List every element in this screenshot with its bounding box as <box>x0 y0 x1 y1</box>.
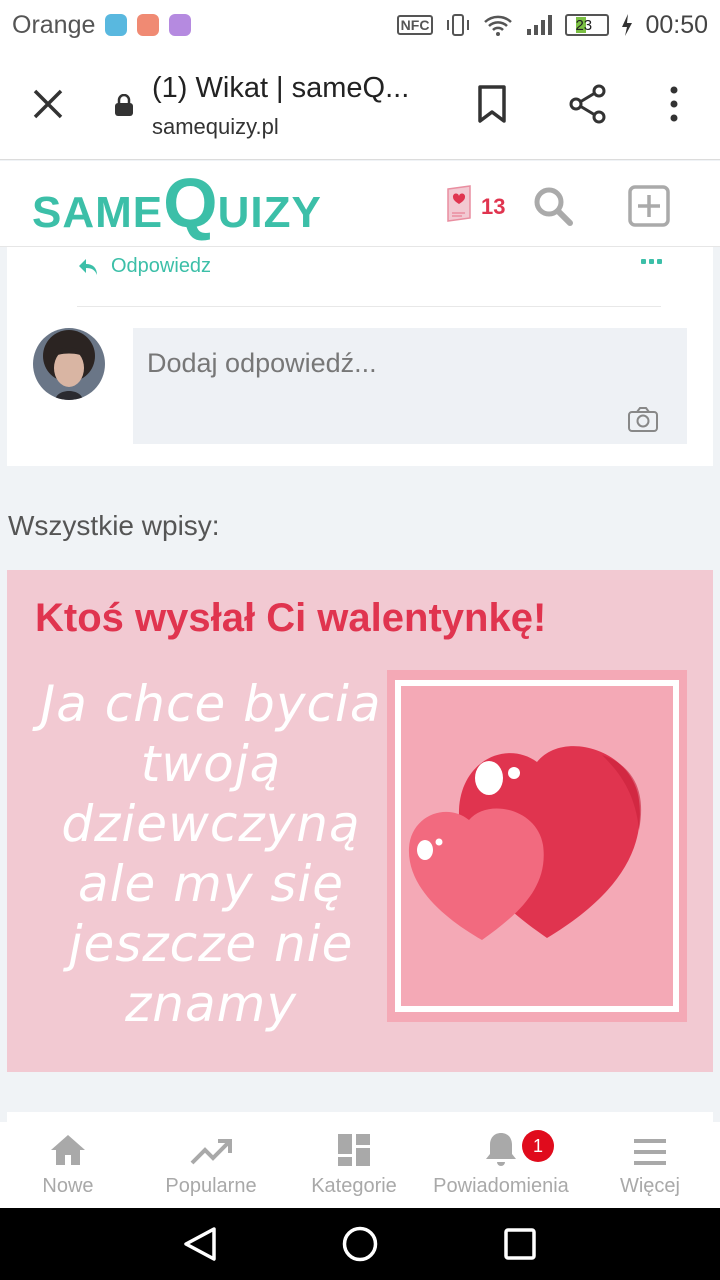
add-quiz-icon[interactable] <box>628 185 670 227</box>
lock-icon <box>115 94 133 116</box>
site-header: SAMEQUIZY 13 <box>0 161 720 247</box>
camera-icon[interactable] <box>627 405 659 433</box>
user-avatar[interactable] <box>33 328 105 400</box>
page-title: (1) Wikat | sameQ... <box>152 72 410 104</box>
more-options-icon[interactable] <box>641 259 662 264</box>
nav-kategorie[interactable]: Kategorie <box>286 1122 422 1208</box>
next-entry-card <box>7 1112 713 1122</box>
divider <box>77 306 661 307</box>
nav-wiecej[interactable]: Więcej <box>580 1122 720 1208</box>
reply-link[interactable]: Odpowiedz <box>77 255 211 278</box>
gallery-app-icon <box>169 14 192 36</box>
bottom-navigation: Nowe Popularne Kategorie Powiadomienia 1… <box>0 1122 720 1208</box>
categories-icon <box>338 1134 370 1166</box>
valentine-count[interactable]: 13 <box>481 194 505 220</box>
clock: 00:50 <box>645 10 708 39</box>
samequizy-logo[interactable]: SAMEQUIZY <box>32 163 322 243</box>
valentine-card-icon[interactable] <box>446 185 474 223</box>
reply-arrow-icon <box>79 258 97 275</box>
overflow-menu-icon[interactable] <box>664 84 684 124</box>
bell-icon <box>486 1133 516 1166</box>
nav-popularne[interactable]: Popularne <box>136 1122 286 1208</box>
nav-nowe[interactable]: Nowe <box>0 1122 136 1208</box>
valentine-banner[interactable]: Ktoś wysłał Ci walentynkę! Ja chce bycia… <box>7 570 713 1072</box>
browser-toolbar: (1) Wikat | sameQ... samequizy.pl <box>0 50 720 160</box>
battery-indicator: 23 <box>565 14 610 36</box>
hearts-icon <box>408 746 642 940</box>
search-icon[interactable] <box>532 185 574 227</box>
reply-input[interactable] <box>133 328 687 444</box>
nfc-icon: NFC <box>396 15 434 35</box>
nav-powiadomienia[interactable]: Powiadomienia 1 <box>422 1122 580 1208</box>
notification-badge: 1 <box>522 1130 554 1162</box>
back-icon[interactable] <box>182 1226 218 1262</box>
banner-title: Ktoś wysłał Ci walentynkę! <box>35 596 547 640</box>
signal-icon <box>527 15 553 35</box>
status-bar: Orange NFC 23 00:50 <box>0 0 720 50</box>
entries-title: Wszystkie wpisy: <box>8 510 220 541</box>
android-navigation-bar <box>0 1208 720 1280</box>
comment-card: Odpowiedz <box>7 247 713 466</box>
wifi-icon <box>484 15 513 36</box>
mail-app-icon <box>137 14 160 36</box>
share-icon[interactable] <box>568 84 608 124</box>
vibrate-icon <box>447 14 470 36</box>
recent-apps-icon[interactable] <box>504 1228 536 1260</box>
home-button-icon[interactable] <box>342 1226 378 1262</box>
reply-label: Odpowiedz <box>111 255 212 277</box>
hearts-image <box>387 670 687 1022</box>
menu-icon <box>634 1139 666 1165</box>
page-url[interactable]: samequizy.pl <box>152 114 279 140</box>
carrier-name: Orange <box>12 10 96 39</box>
bookmark-icon[interactable] <box>476 84 508 124</box>
home-icon <box>51 1135 85 1165</box>
valentine-message: Ja chce bycia twoją dziewczyną ale my si… <box>40 675 382 1033</box>
charging-icon <box>622 14 633 36</box>
trending-icon <box>190 1139 232 1165</box>
close-icon[interactable] <box>30 86 66 122</box>
moon-app-icon <box>105 14 128 36</box>
